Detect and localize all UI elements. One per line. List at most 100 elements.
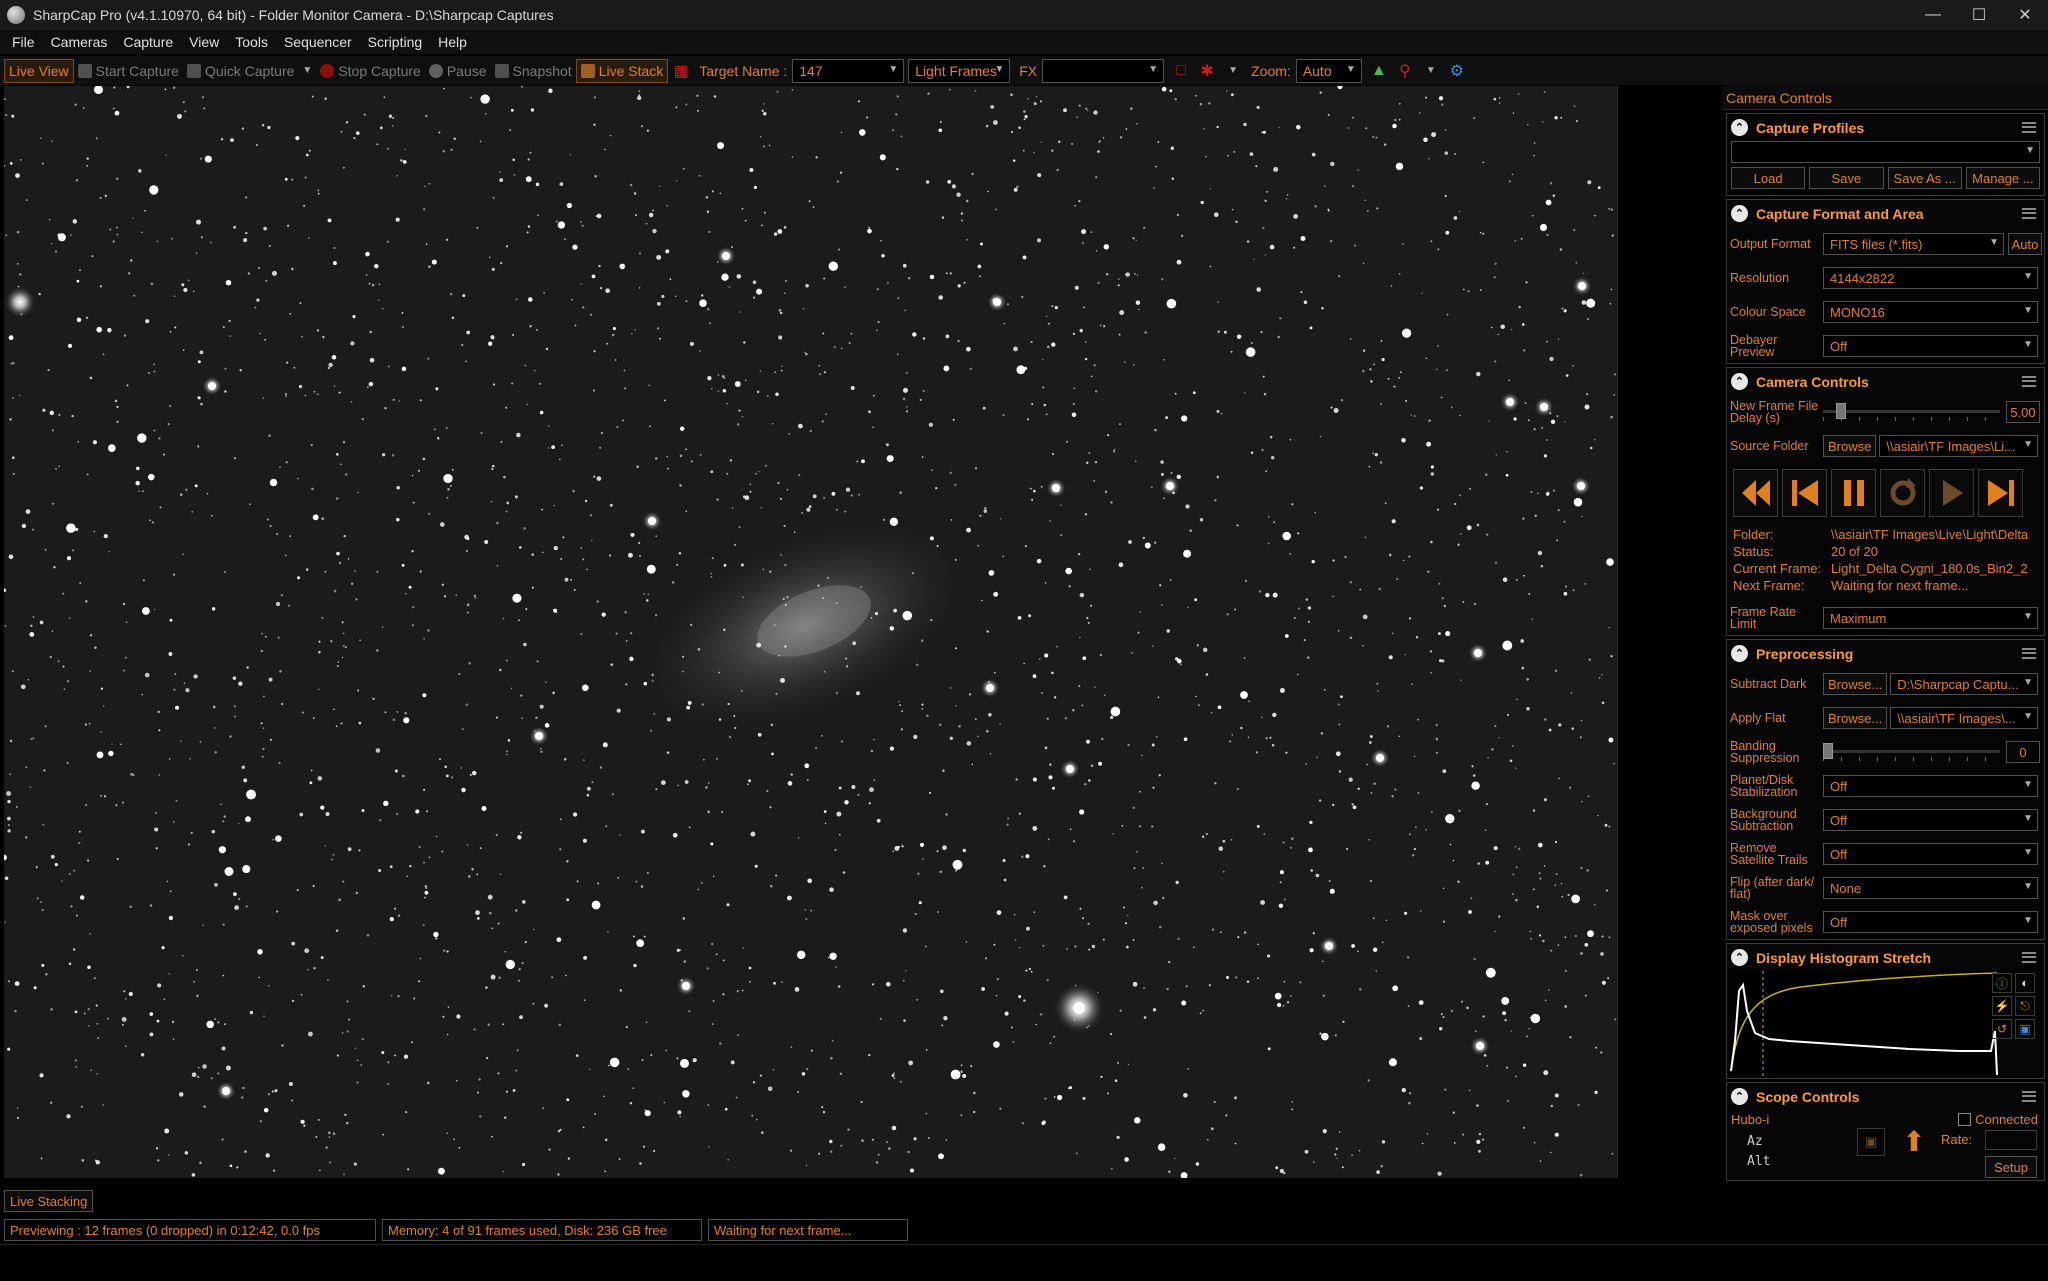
play-button[interactable] — [1929, 469, 1974, 517]
zoom-select[interactable]: Auto ▼ — [1295, 58, 1362, 83]
manage-profiles-button[interactable]: Manage ... — [1965, 167, 2040, 189]
frame-delay-value[interactable]: 5.00 — [2006, 401, 2040, 423]
apply-flat-select[interactable]: \\asiair\TF Images\... ▼ — [1890, 707, 2038, 729]
pause-button[interactable]: Pause — [425, 59, 491, 83]
menu-view[interactable]: View — [181, 34, 227, 50]
debayer-select[interactable]: Off ▼ — [1823, 335, 2038, 357]
subtract-dark-select[interactable]: D:\Sharpcap Captu... ▼ — [1890, 673, 2038, 695]
capture-format-header[interactable]: ⌃ Capture Format and Area — [1727, 200, 2044, 227]
close-icon[interactable]: ✕ — [2002, 0, 2048, 30]
collapse-icon[interactable]: ⌃ — [1731, 645, 1748, 662]
setup-button[interactable]: Setup — [1985, 1156, 2037, 1178]
menu-capture[interactable]: Capture — [115, 34, 181, 50]
frame-rate-select[interactable]: Maximum ▼ — [1823, 607, 2038, 629]
star — [55, 468, 57, 470]
first-frame-button[interactable] — [1782, 469, 1827, 517]
slider-thumb[interactable] — [1823, 743, 1833, 759]
start-capture-button[interactable]: Start Capture — [74, 59, 183, 83]
menu-cameras[interactable]: Cameras — [43, 34, 116, 50]
menu-sequencer[interactable]: Sequencer — [276, 34, 360, 50]
save-icon[interactable]: ▣ — [2015, 1019, 2035, 1039]
last-frame-button[interactable] — [1978, 469, 2023, 517]
tools-icon[interactable]: ⚙ — [1448, 62, 1466, 80]
lightning-icon[interactable]: ⚡ — [1992, 996, 2012, 1016]
flip-select[interactable]: None ▼ — [1823, 877, 2038, 899]
pause-playback-button[interactable] — [1831, 469, 1876, 517]
hamburger-menu-icon[interactable] — [2022, 648, 2036, 659]
rewind-button[interactable] — [1733, 469, 1778, 517]
scope-controls-header[interactable]: ⌃ Scope Controls — [1727, 1083, 2044, 1110]
satellite-trails-select[interactable]: Off ▼ — [1823, 843, 2038, 865]
minimize-icon[interactable]: — — [1910, 0, 1956, 30]
rate-select[interactable] — [1985, 1130, 2037, 1150]
source-folder-select[interactable]: \\asiair\TF Images\Li... ▼ — [1879, 435, 2038, 457]
menu-file[interactable]: File — [4, 34, 43, 50]
hamburger-menu-icon[interactable] — [2022, 122, 2036, 133]
collapse-icon[interactable]: ⌃ — [1731, 949, 1748, 966]
background-subtraction-select[interactable]: Off ▼ — [1823, 809, 2038, 831]
camera-controls-header[interactable]: ⌃ Camera Controls — [1727, 368, 2044, 395]
star — [949, 272, 953, 275]
lock-icon[interactable]: ⎋ — [2015, 996, 2035, 1016]
chevron-down-icon[interactable]: ▼ — [302, 65, 312, 76]
image-viewer[interactable] — [4, 86, 1618, 1178]
resolution-select[interactable]: 4144x2822 ▼ — [1823, 267, 2038, 289]
crosshair-icon[interactable]: ✱ — [1198, 62, 1216, 80]
histogram-display[interactable]: ⓘ ◐ ⚡ ⎋ ↺ ▣ — [1729, 971, 2042, 1076]
browse-source-button[interactable]: Browse — [1823, 435, 1877, 457]
stop-slew-icon[interactable]: ▣ — [1857, 1128, 1885, 1156]
reticle-icon[interactable]: □ — [1172, 62, 1190, 80]
live-stack-button[interactable]: Live Stack — [575, 58, 669, 83]
zoom-search-icon[interactable]: ⚲ — [1396, 62, 1414, 80]
connected-checkbox[interactable] — [1958, 1113, 1972, 1126]
arrow-up-icon[interactable]: ⬆ — [1897, 1124, 1931, 1158]
chevron-down-icon[interactable]: ▼ — [1224, 62, 1242, 80]
collapse-icon[interactable]: ⌃ — [1731, 373, 1748, 390]
collapse-icon[interactable]: ⌃ — [1731, 205, 1748, 222]
maximize-icon[interactable]: ☐ — [1956, 0, 2002, 30]
mask-overexposed-select[interactable]: Off ▼ — [1823, 911, 2038, 933]
capture-profiles-header[interactable]: ⌃ Capture Profiles — [1727, 114, 2044, 141]
hamburger-menu-icon[interactable] — [2022, 952, 2036, 963]
frame-type-select[interactable]: Light Frames ▼ — [908, 58, 1011, 83]
banding-slider[interactable] — [1823, 741, 2000, 763]
frame-delay-slider[interactable] — [1823, 401, 2000, 423]
reset-icon[interactable]: ↺ — [1992, 1019, 2012, 1039]
output-format-select[interactable]: FITS files (*.fits) ▼ — [1823, 233, 2004, 255]
chevron-down-icon[interactable]: ▼ — [1422, 62, 1440, 80]
fx-select[interactable]: ▼ — [1042, 58, 1165, 83]
target-name-input[interactable]: 147 ▼ — [792, 58, 905, 83]
save-as-profile-button[interactable]: Save As ... — [1887, 167, 1962, 189]
live-stacking-tab[interactable]: Live Stacking — [4, 1190, 94, 1212]
save-profile-button[interactable]: Save — [1809, 167, 1884, 189]
hamburger-menu-icon[interactable] — [2022, 376, 2036, 387]
histogram-icon[interactable]: ▲ — [1370, 62, 1388, 80]
slider-thumb[interactable] — [1835, 403, 1846, 419]
hamburger-menu-icon[interactable] — [2022, 208, 2036, 219]
collapse-icon[interactable]: ⌃ — [1731, 119, 1748, 136]
contrast-icon[interactable]: ◐ — [2015, 973, 2035, 993]
info-icon[interactable]: ⓘ — [1992, 973, 2012, 993]
star — [607, 930, 609, 933]
preprocessing-header[interactable]: ⌃ Preprocessing — [1727, 640, 2044, 667]
live-view-button[interactable]: Live View — [4, 58, 74, 83]
hamburger-menu-icon[interactable] — [2022, 1091, 2036, 1102]
snapshot-button[interactable]: Snapshot — [491, 59, 576, 83]
profile-select[interactable]: ▼ — [1731, 141, 2040, 163]
colour-space-select[interactable]: MONO16 ▼ — [1823, 301, 2038, 323]
auto-button[interactable]: Auto — [2008, 233, 2042, 255]
browse-flat-button[interactable]: Browse... — [1823, 707, 1888, 729]
histogram-header[interactable]: ⌃ Display Histogram Stretch — [1727, 944, 2044, 971]
browse-dark-button[interactable]: Browse... — [1823, 673, 1888, 695]
collapse-icon[interactable]: ⌃ — [1731, 1088, 1748, 1105]
stop-capture-button[interactable]: Stop Capture — [316, 59, 425, 83]
menu-tools[interactable]: Tools — [227, 34, 276, 50]
quick-capture-button[interactable]: Quick Capture ▼ — [183, 59, 316, 83]
load-profile-button[interactable]: Load — [1731, 167, 1806, 189]
menu-scripting[interactable]: Scripting — [360, 34, 430, 50]
menu-help[interactable]: Help — [430, 34, 475, 50]
banding-value[interactable]: 0 — [2006, 741, 2040, 763]
refresh-button[interactable] — [1880, 469, 1925, 517]
star — [646, 599, 649, 602]
planet-stabilization-select[interactable]: Off ▼ — [1823, 775, 2038, 797]
